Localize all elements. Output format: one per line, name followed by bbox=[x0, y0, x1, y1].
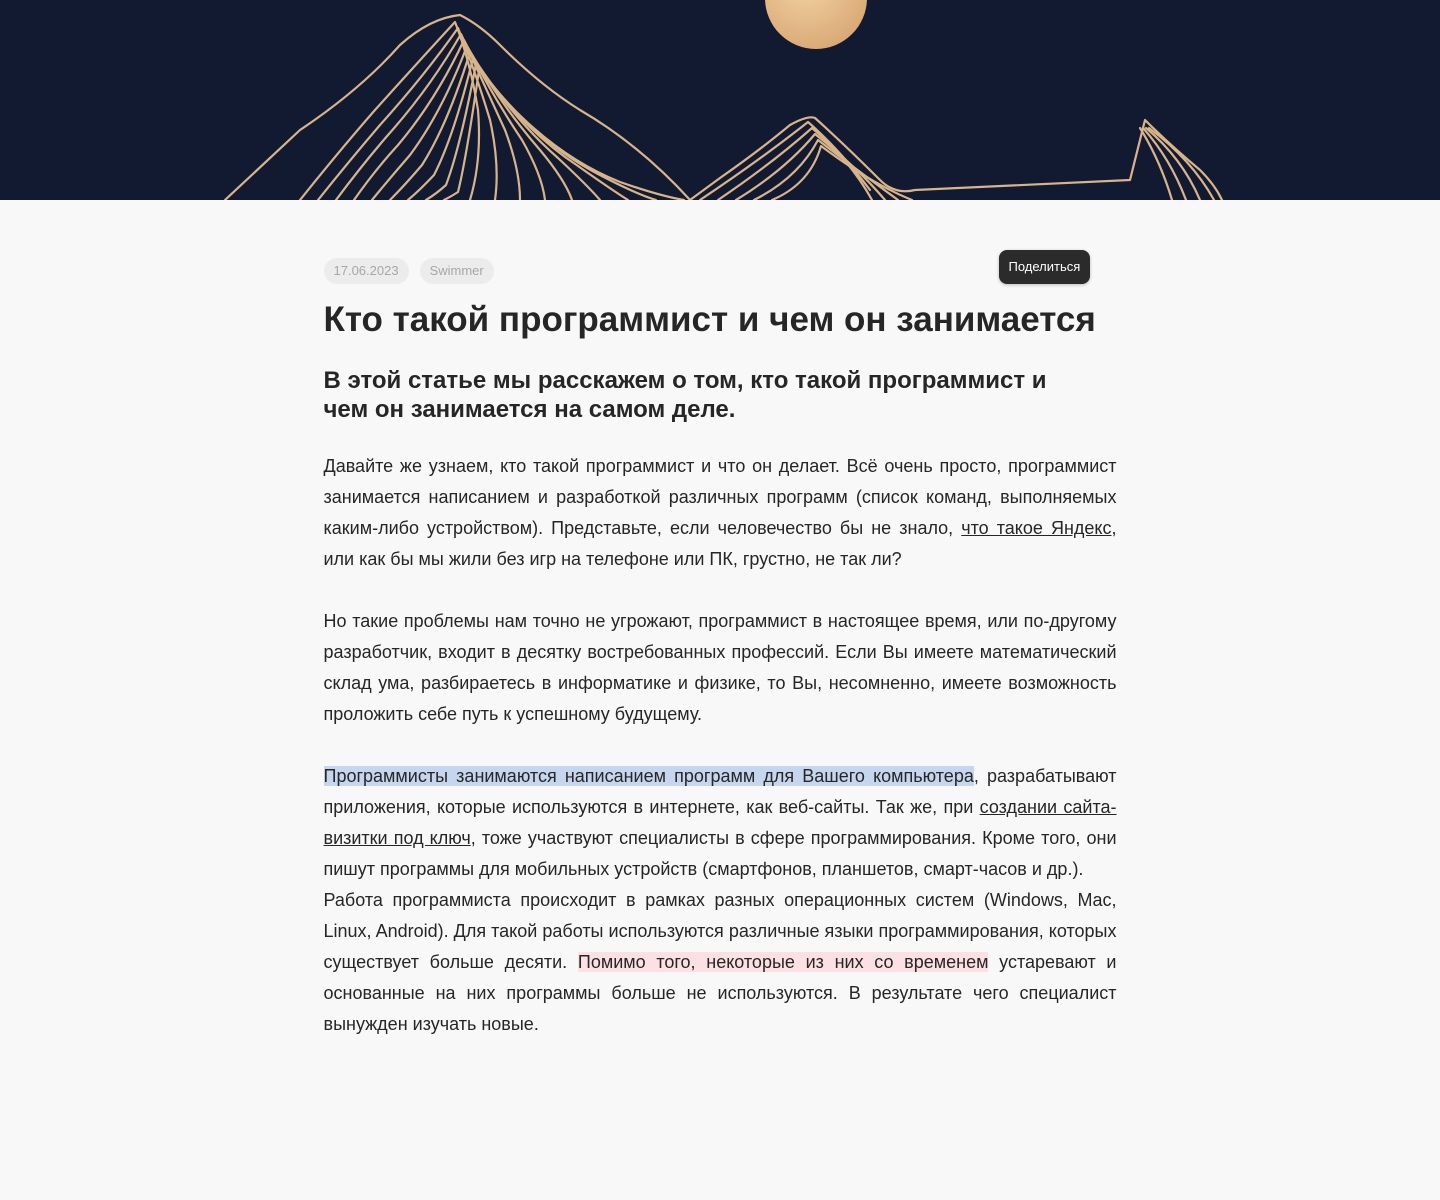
article: 17.06.2023 Swimmer Поделиться Кто такой … bbox=[323, 200, 1117, 1040]
moon-shape bbox=[765, 0, 867, 49]
paragraph: Но такие проблемы нам точно не угрожают,… bbox=[323, 611, 1117, 724]
article-subtitle: В этой статье мы расскажем о том, кто та… bbox=[323, 367, 1047, 423]
share-button[interactable]: Поделиться bbox=[998, 250, 1091, 284]
highlighted-text: Помимо того, некоторые из них со времене… bbox=[577, 952, 989, 972]
article-meta: 17.06.2023 Swimmer bbox=[323, 258, 1117, 284]
article-title: Кто такой программист и чем он занимаетс… bbox=[323, 300, 1096, 339]
paragraph: Программисты занимаются написанием прогр… bbox=[323, 761, 1117, 885]
selected-text: Программисты занимаются написанием прогр… bbox=[323, 766, 974, 786]
yandex-link[interactable]: что такое Яндекс bbox=[961, 518, 1111, 538]
mountains-moon-illustration bbox=[223, 0, 1224, 200]
date-badge: 17.06.2023 bbox=[323, 258, 409, 284]
author-badge[interactable]: Swimmer bbox=[419, 258, 494, 284]
hero-banner bbox=[0, 0, 1440, 200]
paragraph: Давайте же узнаем, кто такой программист… bbox=[324, 451, 1117, 575]
paragraph: Работа программиста происходит в рамках … bbox=[324, 885, 1117, 1040]
article-body: Давайте же узнаем, кто такой программист… bbox=[323, 451, 1117, 1040]
